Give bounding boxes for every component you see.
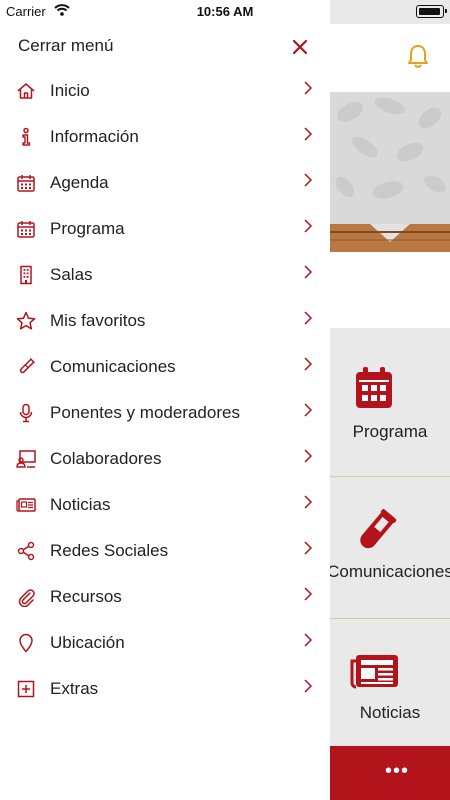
chevron-right-icon xyxy=(302,494,314,510)
menu-item-mis-favoritos[interactable]: Mis favoritos xyxy=(0,298,330,344)
side-menu-drawer: Cerrar menú Inicio Información Agenda Pr… xyxy=(0,0,330,800)
clock: 10:56 AM xyxy=(196,4,254,19)
battery-icon xyxy=(416,5,447,18)
chevron-right-icon xyxy=(302,448,314,464)
test-tube-icon xyxy=(354,507,398,560)
tile-noticias[interactable]: Noticias xyxy=(330,619,450,746)
menu-list: Inicio Información Agenda Programa Salas… xyxy=(0,68,330,712)
bell-icon[interactable] xyxy=(406,44,430,75)
more-icon[interactable]: ••• xyxy=(385,760,409,783)
chevron-right-icon xyxy=(302,310,314,326)
presenter-icon xyxy=(16,449,36,469)
tile-comunicaciones[interactable]: Comunicaciones xyxy=(327,477,450,618)
menu-item-salas[interactable]: Salas xyxy=(0,252,330,298)
menu-item-label: Inicio xyxy=(50,81,90,100)
star-icon xyxy=(16,311,36,331)
menu-item-label: Extras xyxy=(50,679,99,698)
menu-item-comunicaciones[interactable]: Comunicaciones xyxy=(0,344,330,390)
menu-item-ponentes-y-moderadores[interactable]: Ponentes y moderadores xyxy=(0,390,330,436)
share-icon xyxy=(16,541,36,561)
menu-item-ubicacion[interactable]: Ubicación xyxy=(0,620,330,666)
calendar-icon xyxy=(16,219,36,239)
test-tube-icon xyxy=(16,357,36,377)
chevron-right-icon xyxy=(302,402,314,418)
menu-item-label: Recursos xyxy=(50,587,122,606)
menu-item-redes-sociales[interactable]: Redes Sociales xyxy=(0,528,330,574)
menu-item-label: Comunicaciones xyxy=(50,357,176,376)
menu-item-label: Salas xyxy=(50,265,93,284)
home-icon xyxy=(16,81,36,101)
menu-item-label: Redes Sociales xyxy=(50,541,169,560)
home-header xyxy=(330,24,450,92)
menu-item-programa[interactable]: Programa xyxy=(0,206,330,252)
menu-item-label: Información xyxy=(50,127,139,146)
chevron-right-icon xyxy=(302,264,314,280)
close-menu-label[interactable]: Cerrar menú xyxy=(18,36,113,56)
plus-box-icon xyxy=(16,679,36,699)
chevron-right-icon xyxy=(302,356,314,372)
building-icon xyxy=(16,265,36,285)
menu-item-label: Agenda xyxy=(50,173,109,192)
chevron-right-icon xyxy=(302,126,314,142)
menu-item-label: Ponentes y moderadores xyxy=(50,403,240,422)
calendar-icon xyxy=(354,366,394,415)
menu-item-label: Noticias xyxy=(50,495,111,514)
menu-item-agenda[interactable]: Agenda xyxy=(0,160,330,206)
chevron-right-icon xyxy=(302,218,314,234)
microphone-icon xyxy=(16,403,36,423)
close-icon[interactable] xyxy=(289,36,311,58)
tile-programa[interactable]: Programa xyxy=(330,330,450,476)
menu-item-extras[interactable]: Extras xyxy=(0,666,330,712)
banner-pattern xyxy=(330,97,450,252)
chevron-right-icon xyxy=(302,80,314,96)
chevron-right-icon xyxy=(302,172,314,188)
chevron-right-icon xyxy=(302,678,314,694)
menu-item-label: Programa xyxy=(50,219,125,238)
chevron-right-icon xyxy=(302,540,314,556)
event-banner[interactable] xyxy=(330,92,450,252)
chevron-right-icon xyxy=(302,586,314,602)
chevron-right-icon xyxy=(302,632,314,648)
menu-item-label: Mis favoritos xyxy=(50,311,146,330)
banner-caption-area xyxy=(330,252,450,328)
drawer-header: Cerrar menú xyxy=(0,24,330,68)
location-pin-icon xyxy=(16,633,36,653)
bottom-tab-bar: ••• xyxy=(330,746,450,800)
menu-item-noticias[interactable]: Noticias xyxy=(0,482,330,528)
paperclip-icon xyxy=(16,587,36,608)
menu-item-label: Ubicación xyxy=(50,633,125,652)
menu-item-colaboradores[interactable]: Colaboradores xyxy=(0,436,330,482)
calendar-icon xyxy=(16,173,36,193)
menu-item-recursos[interactable]: Recursos xyxy=(0,574,330,620)
status-bar: Carrier 10:56 AM xyxy=(0,0,450,24)
newspaper-icon xyxy=(16,495,36,515)
newspaper-icon xyxy=(350,653,400,694)
menu-item-informacion[interactable]: Información xyxy=(0,114,330,160)
info-icon xyxy=(16,127,36,147)
menu-item-inicio[interactable]: Inicio xyxy=(0,68,330,114)
menu-item-label: Colaboradores xyxy=(50,449,162,468)
